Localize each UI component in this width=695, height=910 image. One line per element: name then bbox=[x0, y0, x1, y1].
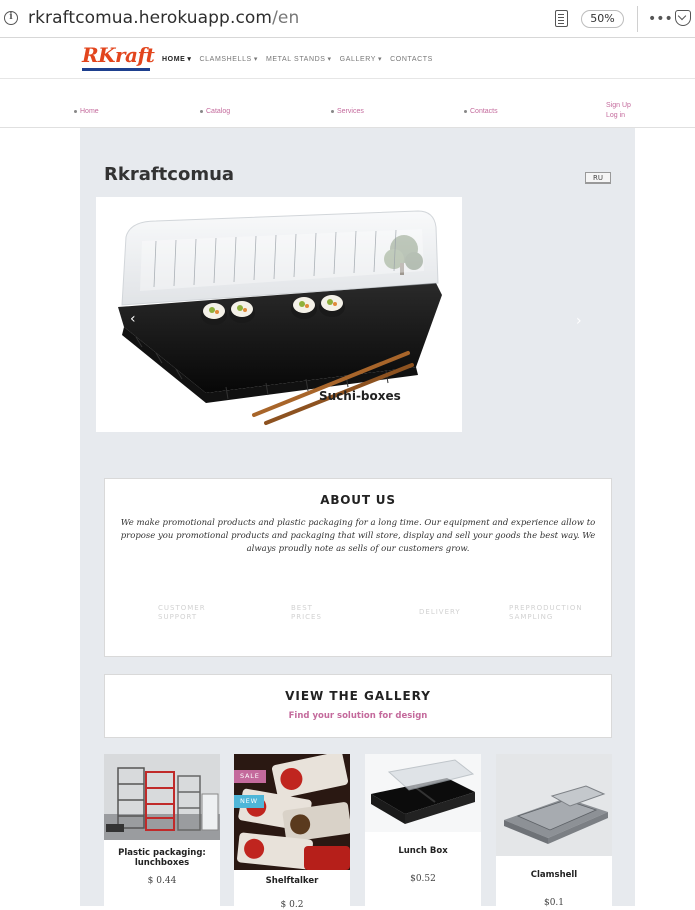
bullet-icon bbox=[200, 109, 203, 113]
subnav-home-link[interactable]: Home bbox=[74, 108, 99, 115]
feature-preproduction-sampling: PREPRODUCTION SAMPLING bbox=[509, 604, 583, 622]
product-image: SALE NEW bbox=[234, 754, 350, 870]
secondary-nav: Home Catalog Services Contacts Sign Up L… bbox=[0, 80, 695, 128]
nav-gallery[interactable]: GALLERY ▾ bbox=[339, 55, 383, 64]
bullet-icon bbox=[464, 109, 467, 113]
slide-caption: Suchi-boxes bbox=[319, 389, 401, 403]
about-text: We make promotional products and plastic… bbox=[120, 518, 596, 554]
nav-metal-stands-label: METAL STANDS bbox=[265, 55, 326, 63]
feature-line: SUPPORT bbox=[158, 613, 198, 621]
feature-line: SAMPLING bbox=[509, 613, 554, 621]
gallery-title: VIEW THE GALLERY bbox=[285, 689, 431, 703]
logo-text: RKraft bbox=[82, 43, 155, 67]
login-link[interactable]: Log in bbox=[606, 112, 625, 119]
hero-slider[interactable]: ‹ Suchi-boxes bbox=[96, 197, 462, 432]
chevron-down-icon: ▾ bbox=[187, 56, 192, 63]
nav-home[interactable]: HOME ▾ bbox=[162, 55, 192, 64]
gallery-subtitle-link[interactable]: Find your solution for design bbox=[105, 711, 611, 721]
feature-line: PREPRODUCTION bbox=[509, 604, 583, 612]
sushi-box-image bbox=[118, 210, 442, 425]
chevron-down-icon: ▾ bbox=[327, 56, 332, 63]
nav-clamshells-label: CLAMSHELLS bbox=[199, 55, 252, 63]
product-card[interactable]: SALE NEW Shelftalker $ 0.2 bbox=[234, 754, 350, 910]
product-name: Shelftalker bbox=[265, 876, 319, 886]
zoom-indicator[interactable]: 50% bbox=[581, 10, 624, 28]
gallery-section: VIEW THE GALLERY Find your solution for … bbox=[104, 674, 612, 738]
signup-link[interactable]: Sign Up bbox=[606, 102, 631, 109]
main-content: Rkraftcomua RU ‹ Suchi-boxes › ABOUT US … bbox=[80, 128, 635, 910]
product-price: $ 0.2 bbox=[280, 900, 304, 910]
feature-line: DELIVERY bbox=[419, 608, 461, 616]
product-name: Lunch Box bbox=[398, 846, 448, 856]
pocket-save-icon[interactable] bbox=[675, 10, 691, 26]
product-name: Plastic packaging: lunchboxes bbox=[118, 848, 206, 868]
product-card[interactable]: Clamshell $0.1 bbox=[496, 754, 612, 908]
subnav-home-label: Home bbox=[80, 108, 99, 115]
feature-line: PRICES bbox=[291, 613, 322, 621]
url-field[interactable]: rkraftcomua.herokuapp.com/en bbox=[28, 8, 299, 28]
nav-home-label: HOME bbox=[162, 55, 186, 63]
page-actions-menu-icon[interactable]: ••• bbox=[648, 11, 673, 27]
product-image bbox=[496, 754, 612, 856]
nav-gallery-label: GALLERY bbox=[339, 55, 377, 63]
url-host: rkraftcomua.herokuapp.com bbox=[28, 8, 273, 28]
main-nav: HOME ▾ CLAMSHELLS ▾ METAL STANDS ▾ GALLERY ▾… bbox=[162, 55, 433, 64]
product-price: $0.1 bbox=[543, 898, 565, 908]
feature-best-prices: BEST PRICES bbox=[291, 604, 322, 622]
feature-delivery: DELIVERY bbox=[419, 608, 461, 617]
subnav-catalog-label: Catalog bbox=[206, 108, 231, 115]
nav-clamshells[interactable]: CLAMSHELLS ▾ bbox=[199, 55, 258, 64]
site-info-icon[interactable]: i bbox=[4, 11, 18, 25]
bullet-icon bbox=[331, 109, 334, 113]
lunch-box-image bbox=[365, 754, 481, 832]
slider-prev-icon[interactable]: ‹ bbox=[130, 311, 136, 327]
subnav-catalog-link[interactable]: Catalog bbox=[200, 108, 230, 115]
page-title: Rkraftcomua bbox=[104, 164, 235, 185]
about-title: ABOUT US bbox=[320, 493, 396, 507]
reader-view-icon[interactable] bbox=[555, 10, 568, 27]
browser-address-bar: i rkraftcomua.herokuapp.com/en 50% ••• bbox=[0, 0, 695, 38]
product-image bbox=[104, 754, 220, 840]
shelf-rack-image bbox=[104, 754, 220, 840]
subnav-services-label: Services bbox=[337, 108, 364, 115]
product-card[interactable]: Plastic packaging: lunchboxes $ 0.44 bbox=[104, 754, 220, 906]
language-switch-button[interactable]: RU bbox=[585, 172, 611, 184]
clamshell-image bbox=[496, 754, 612, 856]
product-card[interactable]: Lunch Box $0.52 bbox=[365, 754, 481, 906]
subnav-services-link[interactable]: Services bbox=[331, 108, 364, 115]
new-badge: NEW bbox=[234, 795, 264, 808]
product-price: $ 0.44 bbox=[147, 876, 177, 886]
nav-metal-stands[interactable]: METAL STANDS ▾ bbox=[265, 55, 332, 64]
site-header: RKraft HOME ▾ CLAMSHELLS ▾ METAL STANDS ▾ G… bbox=[0, 39, 695, 79]
feature-customer-support: CUSTOMER SUPPORT bbox=[158, 604, 206, 622]
feature-line: CUSTOMER bbox=[158, 604, 206, 612]
nav-contacts[interactable]: CONTACTS bbox=[390, 55, 433, 63]
subnav-contacts-link[interactable]: Contacts bbox=[464, 108, 498, 115]
product-name: Clamshell bbox=[530, 870, 578, 880]
chevron-down-icon: ▾ bbox=[378, 56, 383, 63]
product-image bbox=[365, 754, 481, 832]
bullet-icon bbox=[74, 109, 77, 113]
chevron-down-icon: ▾ bbox=[253, 56, 258, 63]
about-section: ABOUT US We make promotional products an… bbox=[104, 478, 612, 657]
product-price: $0.52 bbox=[410, 874, 436, 884]
sale-badge: SALE bbox=[234, 770, 266, 783]
url-path: /en bbox=[272, 8, 300, 28]
logo-underline bbox=[82, 68, 150, 71]
nav-contacts-label: CONTACTS bbox=[390, 55, 433, 63]
slider-next-icon[interactable]: › bbox=[576, 313, 582, 329]
rkraft-logo[interactable]: RKraft bbox=[82, 43, 155, 72]
subnav-contacts-label: Contacts bbox=[470, 108, 498, 115]
feature-line: BEST bbox=[291, 604, 313, 612]
toolbar-divider bbox=[637, 6, 638, 32]
